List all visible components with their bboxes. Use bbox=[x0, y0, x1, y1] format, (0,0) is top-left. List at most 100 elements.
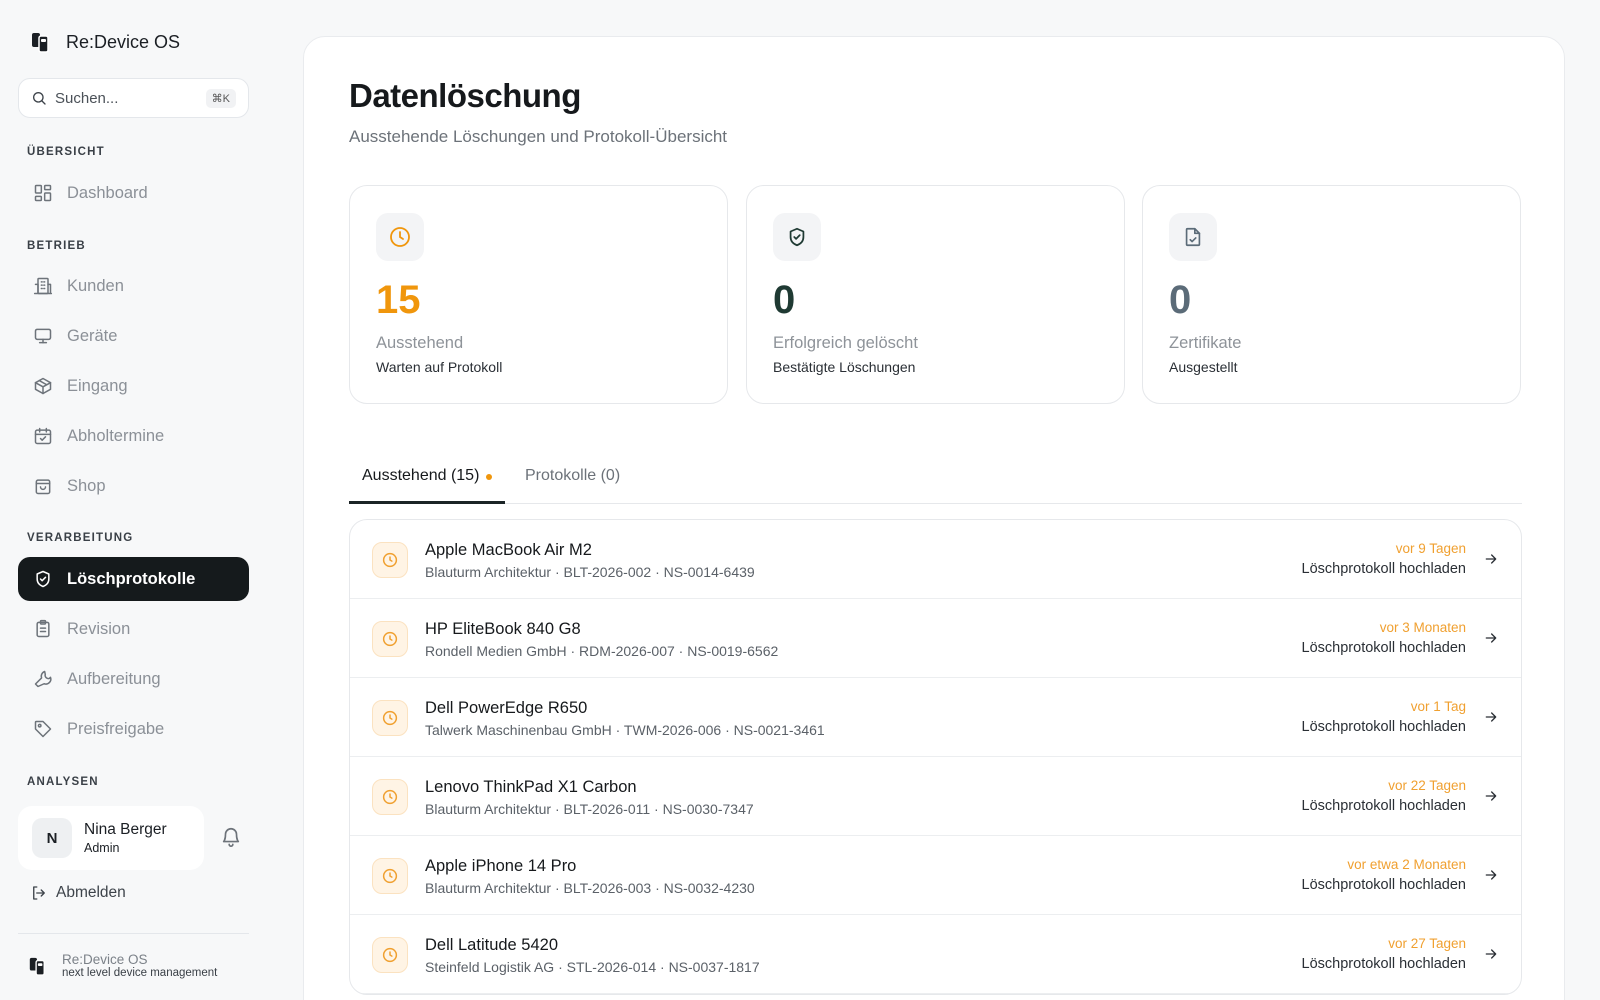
search-input[interactable] bbox=[55, 89, 206, 107]
sidebar-item-shop[interactable]: Shop bbox=[18, 464, 249, 508]
bell-icon[interactable] bbox=[220, 826, 242, 848]
user-info: Nina Berger Admin bbox=[84, 821, 167, 855]
upload-protocol-link[interactable]: Löschprotokoll hochladen bbox=[1302, 798, 1466, 814]
calendar-check-icon bbox=[34, 427, 52, 445]
footer-app-name: Re:Device OS bbox=[62, 952, 148, 967]
upload-protocol-link[interactable]: Löschprotokoll hochladen bbox=[1302, 561, 1466, 577]
arrow-right-icon[interactable] bbox=[1483, 788, 1499, 804]
clock-icon bbox=[372, 858, 408, 894]
sidebar-item-abholtermine[interactable]: Abholtermine bbox=[18, 414, 249, 458]
page-title: Datenlöschung bbox=[349, 77, 581, 114]
section-label-overview: ÜBERSICHT bbox=[27, 146, 105, 158]
clock-icon bbox=[372, 542, 408, 578]
sidebar-item-eingang[interactable]: Eingang bbox=[18, 364, 249, 408]
clock-icon bbox=[372, 779, 408, 815]
item-title: Apple MacBook Air M2 bbox=[425, 541, 592, 559]
section-label-operations: BETRIEB bbox=[27, 240, 86, 252]
sidebar-item-revision[interactable]: Revision bbox=[18, 607, 249, 651]
list-item[interactable]: Apple MacBook Air M2 Blauturm Architektu… bbox=[350, 520, 1521, 599]
tag-icon bbox=[34, 720, 52, 738]
list-item[interactable]: HP EliteBook 840 G8 Rondell Medien GmbH … bbox=[350, 599, 1521, 678]
item-meta: Blauturm Architektur · BLT-2026-011 · NS… bbox=[425, 801, 754, 817]
avatar: N bbox=[32, 818, 72, 858]
user-role: Admin bbox=[84, 841, 120, 855]
page-subtitle: Ausstehende Löschungen und Protokoll-Übe… bbox=[349, 127, 728, 146]
sidebar-item-dashboard[interactable]: Dashboard bbox=[18, 171, 249, 215]
search-shortcut-badge: ⌘K bbox=[205, 88, 236, 108]
item-time: vor 3 Monaten bbox=[1379, 620, 1466, 635]
upload-protocol-link[interactable]: Löschprotokoll hochladen bbox=[1302, 956, 1466, 972]
clock-icon bbox=[372, 700, 408, 736]
app-logo-icon bbox=[29, 957, 45, 976]
sidebar-item-loeschprotokolle[interactable]: Löschprotokolle bbox=[18, 557, 249, 601]
upload-protocol-link[interactable]: Löschprotokoll hochladen bbox=[1302, 719, 1466, 735]
tab-pending[interactable]: Ausstehend (15) bbox=[349, 457, 505, 504]
sidebar-item-geraete[interactable]: Geräte bbox=[18, 314, 249, 358]
app-logo-icon bbox=[32, 33, 49, 53]
logout-button[interactable]: Abmelden bbox=[30, 884, 126, 902]
sidebar-item-aufbereitung[interactable]: Aufbereitung bbox=[18, 657, 249, 701]
item-time: vor 9 Tagen bbox=[1395, 541, 1466, 556]
list-item[interactable]: Dell Latitude 5420 Steinfeld Logistik AG… bbox=[350, 915, 1521, 994]
list-item[interactable]: Lenovo ThinkPad X1 Carbon Blauturm Archi… bbox=[350, 757, 1521, 836]
shopping-bag-icon bbox=[35, 479, 51, 495]
sidebar-item-label: Dashboard bbox=[67, 183, 148, 202]
arrow-right-icon[interactable] bbox=[1483, 946, 1499, 962]
sidebar-item-label: Eingang bbox=[67, 376, 128, 395]
arrow-right-icon[interactable] bbox=[1483, 630, 1499, 646]
stat-label-certificates: Zertifikate bbox=[1169, 334, 1242, 352]
sidebar-item-label: Kunden bbox=[67, 276, 124, 295]
item-meta: Rondell Medien GmbH · RDM-2026-007 · NS-… bbox=[425, 643, 779, 659]
list-item[interactable]: Dell PowerEdge R650 Talwerk Maschinenbau… bbox=[350, 678, 1521, 757]
stat-sub-deleted: Bestätigte Löschungen bbox=[773, 359, 916, 375]
sidebar-item-label: Preisfreigabe bbox=[67, 719, 165, 738]
item-meta: Blauturm Architektur · BLT-2026-002 · NS… bbox=[425, 564, 755, 580]
item-meta: Talwerk Maschinenbau GmbH · TWM-2026-006… bbox=[425, 722, 825, 738]
upload-protocol-link[interactable]: Löschprotokoll hochladen bbox=[1302, 640, 1466, 656]
item-title: Apple iPhone 14 Pro bbox=[425, 857, 577, 875]
stat-label-pending: Ausstehend bbox=[376, 334, 464, 352]
item-meta: Steinfeld Logistik AG · STL-2026-014 · N… bbox=[425, 959, 760, 975]
stat-card-deleted: 0 Erfolgreich gelöscht Bestätigte Löschu… bbox=[746, 185, 1125, 404]
user-name: Nina Berger bbox=[84, 821, 167, 838]
clipboard-list-icon bbox=[36, 619, 50, 638]
footer-brand: Re:Device OS next level device managemen… bbox=[28, 952, 217, 979]
item-time: vor 1 Tag bbox=[1410, 699, 1466, 714]
item-time: vor etwa 2 Monaten bbox=[1347, 857, 1466, 872]
logout-icon bbox=[33, 886, 45, 900]
stat-card-certificates: 0 Zertifikate Ausgestellt bbox=[1142, 185, 1521, 404]
stat-sub-certificates: Ausgestellt bbox=[1169, 359, 1238, 375]
shield-check-icon bbox=[36, 570, 50, 588]
stat-label-deleted: Erfolgreich gelöscht bbox=[773, 334, 918, 352]
arrow-right-icon[interactable] bbox=[1483, 551, 1499, 567]
shield-check-icon bbox=[773, 213, 821, 261]
search-box[interactable]: ⌘K bbox=[18, 78, 249, 118]
item-title: Lenovo ThinkPad X1 Carbon bbox=[425, 778, 637, 796]
sidebar-item-preisfreigabe[interactable]: Preisfreigabe bbox=[18, 707, 249, 751]
pending-list: Apple MacBook Air M2 Blauturm Architektu… bbox=[349, 519, 1522, 995]
tab-label: Protokolle (0) bbox=[525, 467, 621, 484]
tab-protocols[interactable]: Protokolle (0) bbox=[525, 457, 620, 504]
brand[interactable]: Re:Device OS bbox=[30, 30, 180, 54]
sidebar-item-kunden[interactable]: Kunden bbox=[18, 264, 249, 308]
upload-protocol-link[interactable]: Löschprotokoll hochladen bbox=[1302, 877, 1466, 893]
tab-indicator-dot bbox=[486, 474, 493, 480]
app-name: Re:Device OS bbox=[66, 31, 181, 52]
sidebar-item-label: Löschprotokolle bbox=[67, 569, 196, 588]
footer-tagline: next level device management bbox=[62, 967, 218, 979]
arrow-right-icon[interactable] bbox=[1483, 709, 1499, 725]
sidebar-item-label: Aufbereitung bbox=[67, 669, 161, 688]
building-icon bbox=[33, 277, 53, 295]
list-item[interactable]: Apple iPhone 14 Pro Blauturm Architektur… bbox=[350, 836, 1521, 915]
sidebar: Re:Device OS ⌘K ÜBERSICHT Dashboard BETR… bbox=[0, 0, 268, 1000]
item-meta: Blauturm Architektur · BLT-2026-003 · NS… bbox=[425, 880, 755, 896]
sidebar-item-label: Geräte bbox=[67, 326, 118, 345]
user-card[interactable]: N Nina Berger Admin bbox=[18, 806, 204, 870]
stat-value-certificates: 0 bbox=[1169, 278, 1192, 322]
clock-icon bbox=[372, 937, 408, 973]
item-title: Dell PowerEdge R650 bbox=[425, 699, 588, 717]
item-time: vor 22 Tagen bbox=[1388, 778, 1466, 793]
arrow-right-icon[interactable] bbox=[1483, 867, 1499, 883]
tab-label: Ausstehend (15) bbox=[362, 467, 480, 484]
wrench-icon bbox=[34, 670, 52, 688]
